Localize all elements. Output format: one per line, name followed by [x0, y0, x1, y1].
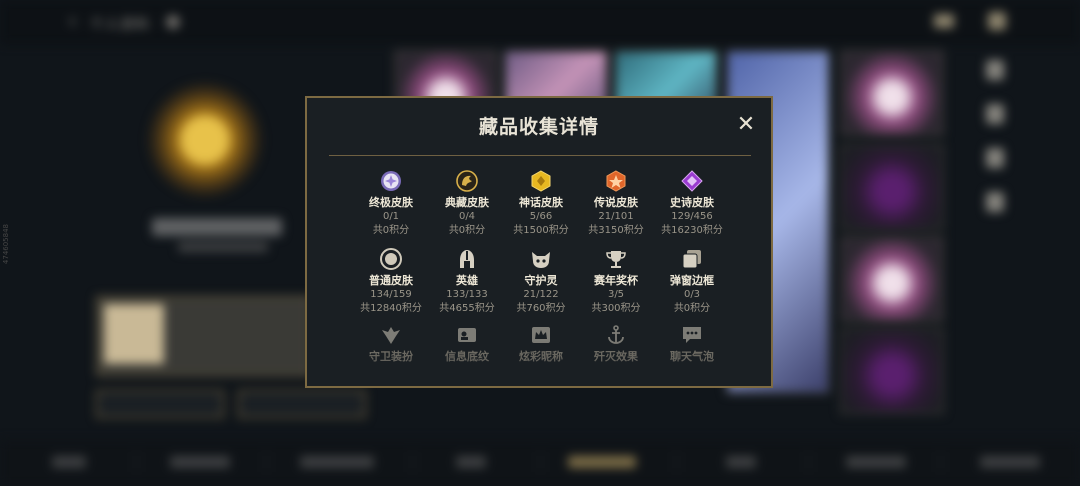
side-icon[interactable]	[986, 104, 1004, 124]
info-card-icon	[458, 328, 476, 342]
collection-tile[interactable]	[840, 236, 944, 322]
profile-card-image	[104, 304, 164, 364]
tab-separator	[266, 452, 267, 472]
legendary-skin-icon	[606, 170, 626, 192]
ultimate-skin-icon	[381, 171, 401, 191]
ward-icon	[382, 327, 400, 344]
crown-card-icon	[532, 327, 550, 343]
item-count: 0/3	[683, 289, 701, 300]
item-points: 共0积分	[673, 303, 711, 314]
page-title: 个人资料	[90, 17, 150, 33]
side-icon[interactable]	[986, 148, 1004, 168]
frame-icon	[682, 250, 701, 269]
anchor-icon	[608, 325, 624, 344]
item-chat-bubble[interactable]: 聊天气泡	[647, 324, 737, 364]
hero-helmet-icon	[460, 250, 474, 268]
side-icon[interactable]	[986, 60, 1004, 80]
bottom-tab[interactable]	[52, 456, 86, 468]
bottom-tab[interactable]	[726, 456, 756, 468]
tab-separator	[940, 452, 941, 472]
collection-tile[interactable]	[840, 328, 944, 414]
player-name-blurred	[152, 218, 282, 236]
collection-detail-modal: 藏品收集详情 ✕ 终极皮肤 0/1 共0积分 典藏皮肤 0/4 共0积分 神话皮…	[305, 96, 773, 388]
item-count: 129/456	[671, 211, 713, 222]
item-label: 聊天气泡	[670, 350, 714, 363]
item-label: 弹窗边框	[670, 274, 714, 287]
tab-separator	[136, 452, 137, 472]
modal-title: 藏品收集详情	[478, 116, 599, 138]
chat-bubble-icon	[683, 327, 701, 343]
trophy-icon	[606, 251, 626, 268]
close-button[interactable]: ✕	[735, 114, 757, 136]
top-bar	[0, 0, 1080, 44]
help-icon[interactable]	[166, 15, 180, 29]
bottom-tab-active[interactable]	[568, 456, 636, 468]
epic-skin-icon	[681, 170, 703, 192]
item-points: 共16230积分	[661, 225, 723, 236]
bottom-tab[interactable]	[300, 456, 374, 468]
tab-separator	[540, 452, 541, 472]
bottom-tab[interactable]	[170, 456, 230, 468]
collection-tile[interactable]	[840, 50, 944, 136]
mail-icon[interactable]	[934, 14, 954, 28]
collection-tile[interactable]	[840, 144, 944, 230]
tab-separator	[808, 452, 809, 472]
item-popup-frame[interactable]: 弹窗边框 0/3 共0积分	[647, 248, 737, 316]
title-divider	[329, 155, 751, 156]
rank-emblem	[130, 80, 280, 200]
item-label: 史诗皮肤	[670, 196, 714, 209]
side-icon[interactable]	[986, 192, 1004, 212]
normal-skin-icon	[380, 248, 402, 270]
player-sub-blurred	[178, 242, 268, 252]
guardian-pet-icon	[532, 252, 550, 268]
prestige-skin-icon	[456, 170, 478, 192]
bottom-tab[interactable]	[846, 456, 906, 468]
profile-button-right[interactable]	[238, 390, 366, 418]
profile-button-left[interactable]	[96, 390, 224, 418]
back-icon[interactable]: ‹	[68, 11, 82, 33]
mythic-skin-icon	[531, 170, 551, 192]
tab-separator	[676, 452, 677, 472]
bag-icon[interactable]	[988, 12, 1006, 30]
edge-watermark: 474605848	[2, 224, 10, 265]
bottom-tab[interactable]	[456, 456, 486, 468]
item-epic-skin[interactable]: 史诗皮肤 129/456 共16230积分	[647, 170, 737, 238]
bottom-tab[interactable]	[980, 456, 1040, 468]
tab-separator	[412, 452, 413, 472]
